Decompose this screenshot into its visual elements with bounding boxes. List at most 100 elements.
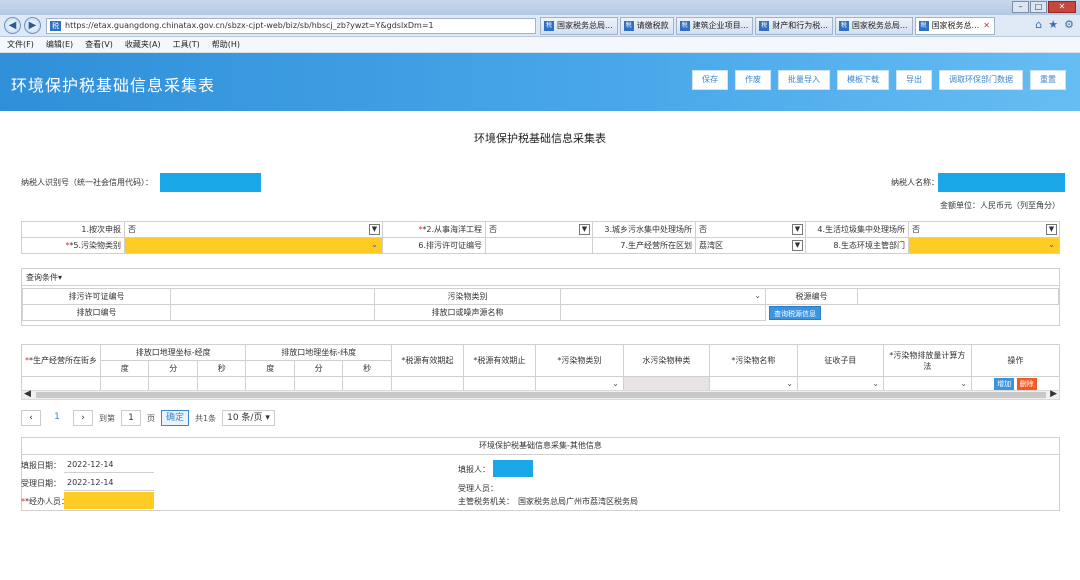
pollutant-category-select[interactable]: ⌄ — [124, 237, 383, 254]
garbage-facility-select[interactable]: 否 ▼ — [908, 221, 1060, 238]
void-button[interactable]: 作废 — [735, 70, 771, 90]
marine-engineering-select[interactable]: 否 ▼ — [485, 221, 593, 238]
goto-confirm-button[interactable]: 确定 — [161, 410, 190, 426]
col-water-pollutant: 水污染物种类 — [622, 344, 710, 377]
taxpayer-id-field — [160, 173, 261, 192]
scroll-thumb[interactable] — [36, 392, 1046, 398]
browser-tab-6-active[interactable]: 税国家税务总... ✕ — [914, 17, 995, 35]
browser-tab-4[interactable]: 税财产和行为税... — [755, 17, 833, 35]
fetch-env-data-button[interactable]: 调取环保部门数据 — [939, 70, 1023, 90]
menu-tools[interactable]: 工具(T) — [173, 37, 200, 52]
col-latitude-group: 排放口地理坐标-纬度 — [245, 344, 392, 361]
chevron-down-icon[interactable]: ⌄ — [786, 379, 793, 388]
query-outlet-name-input[interactable] — [560, 304, 766, 321]
chevron-down-icon[interactable]: ⌄ — [960, 379, 967, 388]
chevron-down-icon[interactable]: ▼ — [792, 240, 803, 251]
chevron-down-icon[interactable]: ⌄ — [612, 379, 619, 388]
chevron-down-icon[interactable]: ▼ — [792, 224, 803, 235]
maximize-icon[interactable]: □ — [1030, 1, 1047, 13]
query-pollutant-type-select[interactable]: ⌄ — [560, 288, 766, 305]
chevron-down-icon[interactable]: ▼ — [1046, 224, 1057, 235]
select-value: 否 — [699, 225, 707, 234]
query-tax-source-button[interactable]: 查询税源信息 — [769, 305, 821, 320]
browser-tab-3[interactable]: 税建筑企业项目... — [675, 17, 754, 35]
menu-edit[interactable]: 编辑(E) — [46, 37, 73, 52]
select-value: 否 — [912, 225, 920, 234]
favorites-star-icon[interactable]: ★ — [1048, 18, 1058, 31]
browser-tab-5[interactable]: 税国家税务总局... — [834, 17, 913, 35]
chevron-down-icon[interactable]: ▼ — [369, 224, 380, 235]
taxpayer-id-label: 纳税人识别号（统一社会信用代码）： — [21, 178, 153, 187]
sewage-facility-label: 3.城乡污水集中处理场所 — [592, 221, 696, 238]
query-permit-input[interactable] — [170, 288, 375, 305]
on-demand-select[interactable]: 否 ▼ — [124, 221, 383, 238]
goto-label: 到第 — [99, 413, 115, 423]
query-pollutant-type-label: 污染物类别 — [374, 288, 561, 305]
chevron-down-icon[interactable]: ▼ — [579, 224, 590, 235]
query-tax-source-label: 税源编号 — [765, 288, 858, 305]
save-button[interactable]: 保存 — [692, 70, 728, 90]
menu-favorites[interactable]: 收藏夹(A) — [125, 37, 161, 52]
chevron-down-icon[interactable]: ⌄ — [371, 240, 378, 249]
chevron-down-icon[interactable]: ⌄ — [1048, 240, 1055, 249]
close-tab-icon[interactable]: ✕ — [983, 21, 990, 30]
caret-down-icon: ▾ — [58, 273, 63, 282]
filler-label: 填报人： — [458, 465, 490, 474]
tab-favicon-icon: 税 — [623, 21, 634, 31]
close-window-icon[interactable]: ✕ — [1048, 1, 1076, 13]
home-icon[interactable]: ⌂ — [1035, 18, 1042, 31]
chevron-down-icon[interactable]: ⌄ — [872, 379, 879, 388]
batch-import-button[interactable]: 批量导入 — [778, 70, 830, 90]
scroll-right-icon[interactable]: ▶ — [1050, 389, 1057, 399]
garbage-facility-label: 4.生活垃圾集中处理场所 — [805, 221, 909, 238]
reset-button[interactable]: 重置 — [1030, 70, 1066, 90]
query-tax-source-input[interactable] — [857, 288, 1059, 305]
eco-authority-select[interactable]: ⌄ — [908, 237, 1060, 254]
tab-label: 建筑企业项目... — [692, 21, 749, 30]
current-page[interactable]: 1 — [47, 410, 67, 426]
select-value: 荔湾区 — [699, 241, 723, 250]
col-start-date: *税源有效期起 — [390, 344, 464, 377]
prev-page-button[interactable]: ‹ — [21, 410, 41, 426]
tab-label: 请缴税款 — [636, 21, 669, 30]
district-select[interactable]: 荔湾区 ▼ — [695, 237, 806, 254]
chevron-down-icon[interactable]: ⌄ — [754, 291, 761, 300]
menu-bar: 文件(F) 编辑(E) 查看(V) 收藏夹(A) 工具(T) 帮助(H) — [0, 37, 1080, 53]
window-controls: – □ ✕ — [1012, 1, 1076, 13]
menu-file[interactable]: 文件(F) — [7, 37, 34, 52]
fill-date-value: 2022-12-14 — [67, 460, 114, 469]
minimize-icon[interactable]: – — [1012, 1, 1029, 13]
next-page-button[interactable]: › — [73, 410, 93, 426]
accept-date-value: 2022-12-14 — [67, 478, 114, 487]
settings-gear-icon[interactable]: ⚙ — [1064, 18, 1074, 31]
select-value: 否 — [128, 225, 136, 234]
sewage-facility-select[interactable]: 否 ▼ — [695, 221, 806, 238]
address-bar[interactable]: 税 https://etax.guangdong.chinatax.gov.cn… — [46, 18, 536, 34]
browser-tab-2[interactable]: 税请缴税款 — [619, 17, 674, 35]
forward-icon[interactable]: ▶ — [24, 17, 41, 34]
handler-input[interactable] — [64, 492, 154, 509]
lat-deg: 度 — [245, 360, 295, 377]
query-toggle[interactable]: 查询条件▾ — [22, 269, 1059, 286]
scroll-left-icon[interactable]: ◀ — [24, 389, 31, 399]
lat-min: 分 — [293, 360, 344, 377]
template-download-button[interactable]: 模板下载 — [837, 70, 889, 90]
back-icon[interactable]: ◀ — [4, 17, 21, 34]
page-size-select[interactable]: 10 条/页 ▾ — [222, 410, 275, 426]
browser-tab-1[interactable]: 税国家税务总局... — [540, 17, 618, 35]
query-outlet-name-label: 排放口或噪声源名称 — [374, 304, 561, 321]
basic-info-table: 1.按次申报 否 ▼ **2.从事海洋工程 否 ▼ 3.城乡污水集中处理场所 否 ▼ … — [21, 221, 1060, 254]
page-size-value: 10 条/页 — [227, 413, 263, 423]
tab-favicon-icon: 税 — [838, 21, 849, 31]
menu-view[interactable]: 查看(V) — [85, 37, 113, 52]
goto-page-input[interactable]: 1 — [121, 410, 141, 426]
permit-number-field[interactable] — [485, 237, 593, 254]
menu-help[interactable]: 帮助(H) — [212, 37, 240, 52]
query-outlet-input[interactable] — [170, 304, 375, 321]
horizontal-scrollbar[interactable]: ◀ ▶ — [21, 389, 1060, 400]
export-button[interactable]: 导出 — [896, 70, 932, 90]
permit-number-label: 6.排污许可证编号 — [382, 237, 486, 254]
col-subitem: 征收子目 — [796, 344, 884, 377]
tab-favicon-icon: 税 — [544, 21, 554, 31]
window-titlebar: – □ ✕ — [0, 0, 1080, 15]
